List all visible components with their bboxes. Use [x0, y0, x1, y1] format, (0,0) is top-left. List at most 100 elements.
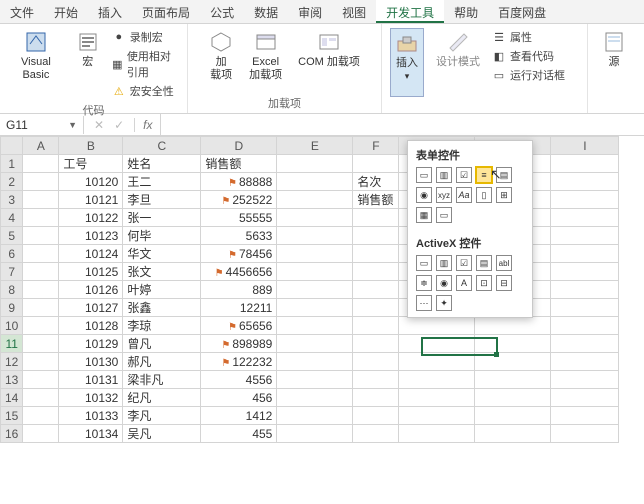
cell[interactable]: 5633	[201, 227, 277, 245]
cell[interactable]	[399, 335, 475, 353]
cell[interactable]: 456	[201, 389, 277, 407]
visual-basic-button[interactable]: Visual Basic	[8, 28, 64, 100]
cell[interactable]	[551, 317, 619, 335]
cell[interactable]: ⚑4456656	[201, 263, 277, 281]
cell[interactable]	[399, 353, 475, 371]
cell[interactable]	[551, 155, 619, 173]
cell[interactable]: ⚑898989	[201, 335, 277, 353]
cell[interactable]	[277, 371, 353, 389]
cell[interactable]	[475, 407, 551, 425]
cell[interactable]	[475, 353, 551, 371]
cell[interactable]	[277, 191, 353, 209]
cell[interactable]: 10127	[59, 299, 123, 317]
col-header-F[interactable]: F	[353, 137, 399, 155]
cell[interactable]: 10125	[59, 263, 123, 281]
form-option-icon[interactable]: ◉	[416, 187, 432, 203]
cell[interactable]	[551, 407, 619, 425]
cell[interactable]	[277, 425, 353, 443]
ax-tools-icon[interactable]: ✦	[436, 295, 452, 311]
cell[interactable]	[353, 209, 399, 227]
cell[interactable]	[23, 227, 59, 245]
cell[interactable]	[277, 353, 353, 371]
cell[interactable]	[353, 425, 399, 443]
cell[interactable]: 10132	[59, 389, 123, 407]
cell[interactable]	[353, 155, 399, 173]
name-box[interactable]: G11▼	[0, 116, 84, 134]
cell[interactable]	[23, 191, 59, 209]
cell[interactable]	[551, 191, 619, 209]
cell[interactable]	[353, 245, 399, 263]
cell[interactable]	[551, 335, 619, 353]
cell[interactable]: 10130	[59, 353, 123, 371]
ax-image-icon[interactable]: ⊡	[476, 275, 492, 291]
run-dialog-button[interactable]: ▭运行对话框	[492, 66, 565, 84]
row-header[interactable]: 3	[1, 191, 23, 209]
cell[interactable]: 梁非凡	[123, 371, 201, 389]
cell[interactable]	[551, 299, 619, 317]
cell[interactable]	[277, 317, 353, 335]
cell[interactable]: 55555	[201, 209, 277, 227]
cell[interactable]: ⚑65656	[201, 317, 277, 335]
row-header[interactable]: 9	[1, 299, 23, 317]
cell[interactable]	[399, 425, 475, 443]
cell[interactable]: 名次	[353, 173, 399, 191]
tab-file[interactable]: 文件	[0, 0, 44, 23]
cell[interactable]	[277, 173, 353, 191]
cell[interactable]: 曾凡	[123, 335, 201, 353]
tab-layout[interactable]: 页面布局	[132, 0, 200, 23]
cell[interactable]	[23, 389, 59, 407]
cell[interactable]	[353, 353, 399, 371]
cell[interactable]	[277, 407, 353, 425]
cell[interactable]	[277, 299, 353, 317]
cell[interactable]: ⚑252522	[201, 191, 277, 209]
cell[interactable]: 10124	[59, 245, 123, 263]
tab-home[interactable]: 开始	[44, 0, 88, 23]
design-mode-button[interactable]: 设计模式	[432, 28, 484, 97]
cell[interactable]	[399, 371, 475, 389]
cell[interactable]: 10122	[59, 209, 123, 227]
form-button-icon[interactable]: ▭	[416, 167, 432, 183]
cell[interactable]	[551, 281, 619, 299]
formula-bar[interactable]	[160, 114, 644, 135]
cell[interactable]: 李琼	[123, 317, 201, 335]
cell[interactable]: 10131	[59, 371, 123, 389]
cell[interactable]	[353, 317, 399, 335]
ax-scroll-icon[interactable]: ≑	[416, 275, 432, 291]
cell[interactable]: 1412	[201, 407, 277, 425]
col-header-E[interactable]: E	[277, 137, 353, 155]
cell[interactable]	[23, 407, 59, 425]
cell[interactable]	[23, 299, 59, 317]
fx-icon[interactable]: fx	[134, 118, 160, 132]
cell[interactable]	[551, 425, 619, 443]
macros-button[interactable]: 宏	[72, 28, 104, 100]
cell[interactable]: 工号	[59, 155, 123, 173]
cell[interactable]	[353, 407, 399, 425]
cell[interactable]	[277, 155, 353, 173]
cell[interactable]	[353, 299, 399, 317]
cell[interactable]	[551, 353, 619, 371]
record-macro-button[interactable]: ●录制宏	[112, 28, 179, 46]
cell[interactable]: 王二	[123, 173, 201, 191]
cell[interactable]	[551, 245, 619, 263]
ax-spin-icon[interactable]: ⊟	[496, 275, 512, 291]
ax-list-icon[interactable]: ▤	[476, 255, 492, 271]
cell[interactable]	[23, 155, 59, 173]
ax-more-icon[interactable]: ⋯	[416, 295, 432, 311]
cell[interactable]: 12211	[201, 299, 277, 317]
cell[interactable]	[353, 335, 399, 353]
cell[interactable]: 4556	[201, 371, 277, 389]
cell[interactable]: 10120	[59, 173, 123, 191]
cell[interactable]: 张一	[123, 209, 201, 227]
cell[interactable]	[551, 173, 619, 191]
ax-opt-icon[interactable]: ◉	[436, 275, 452, 291]
ax-text-icon[interactable]: abl	[496, 255, 512, 271]
cell[interactable]: 何毕	[123, 227, 201, 245]
cell[interactable]	[23, 173, 59, 191]
cell[interactable]	[399, 407, 475, 425]
row-header[interactable]: 6	[1, 245, 23, 263]
cell[interactable]	[23, 245, 59, 263]
cell[interactable]: ⚑88888	[201, 173, 277, 191]
cell[interactable]: 销售额	[353, 191, 399, 209]
cell[interactable]	[551, 389, 619, 407]
col-header-A[interactable]: A	[23, 137, 59, 155]
